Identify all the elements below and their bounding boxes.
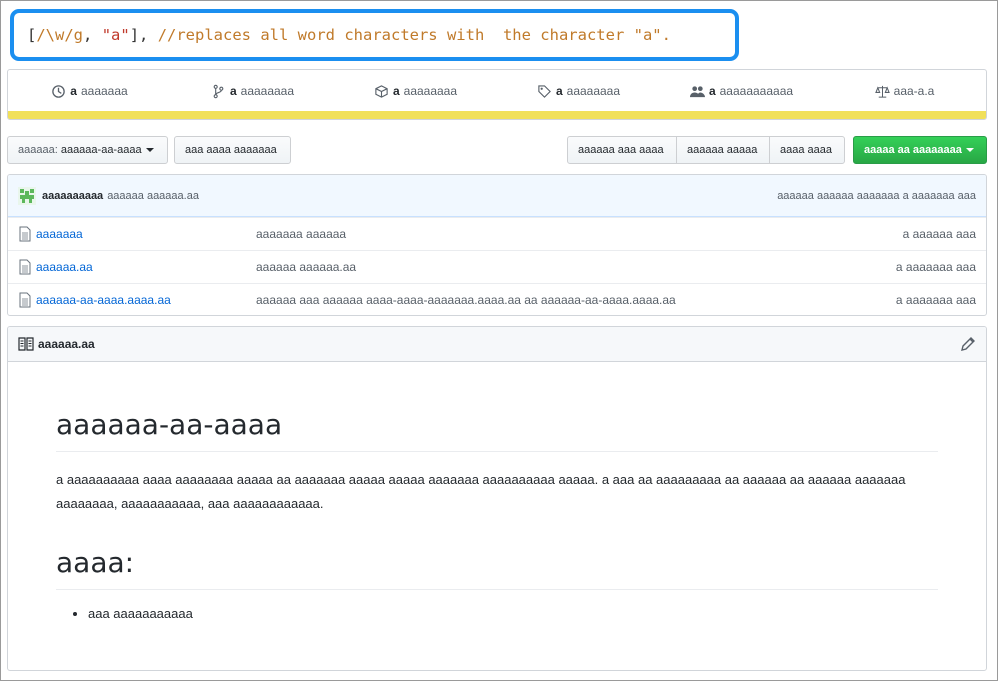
repo-stats-bar: a aaaaaaa a aaaaaaaa a aaaaaaaa a aaaaaa… xyxy=(7,69,987,120)
readme-filename: aaaaaa.aa xyxy=(38,337,95,351)
file-commit-message[interactable]: aaaaaa aaaaaa.aa xyxy=(256,260,356,274)
stat-packages-label: aaaaaaaa xyxy=(403,84,458,98)
latest-commit-row: aaaaaaaaaa aaaaaa aaaaaa.aa aaaaaa aaaaa… xyxy=(8,175,986,217)
table-row: aaaaaa-aa-aaaa.aaaa.aa aaaaaa aaa aaaaaa… xyxy=(8,283,986,315)
readme-content: aaaaaa-aa-aaaa a aaaaaaaaaa aaaa aaaaaaa… xyxy=(8,408,986,621)
package-icon xyxy=(375,84,388,98)
table-row: aaaaaaa aaaaaaa aaaaaa a aaaaaa aaa xyxy=(8,217,986,250)
clone-label: aaaaa aa aaaaaaaa xyxy=(864,144,962,156)
stat-contributors-count: a xyxy=(708,84,716,98)
clone-download-button[interactable]: aaaaa aa aaaaaaaa xyxy=(853,136,987,164)
file-age: a aaaaaaa aaa xyxy=(895,293,976,307)
stat-packages[interactable]: a aaaaaaaa xyxy=(334,84,497,99)
stat-contributors-label: aaaaaaaaaaa xyxy=(719,84,794,98)
code-callout: [/\w/g, "a"], //replaces all word charac… xyxy=(10,9,739,61)
branch-select-button[interactable]: aaaaaa: aaaaaa-aa-aaaa xyxy=(7,136,168,164)
stat-releases-count: a xyxy=(555,84,563,98)
code-regex: /\w/g xyxy=(36,26,84,44)
stat-commits-count: a xyxy=(70,84,77,98)
repo-toolbar: aaaaaa: aaaaaa-aa-aaaa aaa aaaa aaaaaaa … xyxy=(7,136,987,164)
file-name-link[interactable]: aaaaaaa xyxy=(36,227,256,241)
stat-commits-label: aaaaaaa xyxy=(80,84,128,98)
code-string: "a" xyxy=(101,26,130,44)
list-item: aaa aaaaaaaaaaa xyxy=(88,606,938,621)
stat-contributors[interactable]: a aaaaaaaaaaa xyxy=(660,84,823,99)
readme-title: aaaaaa-aa-aaaa xyxy=(56,408,938,452)
file-commit-message[interactable]: aaaaaa aaa aaaaaa aaaa-aaaa-aaaaaaa.aaaa… xyxy=(256,293,676,307)
stat-branches[interactable]: a aaaaaaaa xyxy=(171,84,334,99)
branch-prefix: aaaaaa: xyxy=(18,144,58,156)
file-age: a aaaaaaa aaa xyxy=(895,260,976,274)
code-close: ], xyxy=(129,26,158,44)
commit-meta: aaaaaa aaaaaa aaaaaaa a aaaaaaa aaa xyxy=(777,189,976,202)
new-pull-request-button[interactable]: aaa aaaa aaaaaaa xyxy=(174,136,291,164)
create-file-button[interactable]: aaaaaa aaa aaaa xyxy=(567,136,677,164)
stat-packages-count: a xyxy=(392,84,400,98)
file-name-link[interactable]: aaaaaa-aa-aaaa.aaaa.aa xyxy=(36,293,256,307)
stat-releases[interactable]: a aaaaaaaa xyxy=(497,84,660,99)
stat-releases-label: aaaaaaaa xyxy=(566,84,621,98)
code-open-bracket: [ xyxy=(27,26,37,44)
commit-author[interactable]: aaaaaaaaaa xyxy=(42,190,103,202)
readme-section-heading: aaaa: xyxy=(56,546,938,590)
readme-panel: aaaaaa.aa aaaaaa-aa-aaaa a aaaaaaaaaa aa… xyxy=(7,326,987,671)
branch-icon xyxy=(213,84,224,98)
file-actions-group: aaaaaa aaa aaaa aaaaaa aaaaa aaaa aaaa xyxy=(567,136,845,164)
history-icon xyxy=(52,84,66,98)
file-icon xyxy=(19,226,31,242)
code-comma: , xyxy=(83,26,102,44)
readme-list: aaa aaaaaaaaaaa xyxy=(56,606,938,621)
file-icon xyxy=(19,259,31,275)
table-row: aaaaaa.aa aaaaaa aaaaaa.aa a aaaaaaa aaa xyxy=(8,250,986,283)
pencil-icon[interactable] xyxy=(960,336,976,352)
readme-header: aaaaaa.aa xyxy=(8,327,986,362)
chevron-down-icon xyxy=(145,148,154,153)
upload-files-button[interactable]: aaaaaa aaaaa xyxy=(676,136,770,164)
people-icon xyxy=(689,85,705,97)
stat-commits[interactable]: a aaaaaaa xyxy=(8,84,171,99)
stat-license-label: aaa-a.a xyxy=(893,84,935,98)
file-age: a aaaaaa aaa xyxy=(902,227,976,241)
file-list: aaaaaaaaaa aaaaaa aaaaaa.aa aaaaaa aaaaa… xyxy=(7,174,987,316)
code-comment: //replaces all word characters with the … xyxy=(157,26,671,44)
find-file-button[interactable]: aaaa aaaa xyxy=(769,136,845,164)
stat-license[interactable]: aaa-a.a xyxy=(823,84,986,99)
avatar[interactable] xyxy=(18,186,36,205)
book-icon xyxy=(18,337,34,351)
file-commit-message[interactable]: aaaaaaa aaaaaa xyxy=(256,227,346,241)
stat-branches-count: a xyxy=(229,84,237,98)
language-bar xyxy=(8,111,986,119)
law-icon xyxy=(874,85,890,98)
commit-message[interactable]: aaaaaa aaaaaa.aa xyxy=(107,190,199,202)
file-icon xyxy=(19,292,31,308)
branch-name: aaaaaa-aa-aaaa xyxy=(60,144,142,156)
stat-branches-label: aaaaaaaa xyxy=(240,84,295,98)
chevron-down-icon xyxy=(965,148,974,153)
file-name-link[interactable]: aaaaaa.aa xyxy=(36,260,256,274)
tag-icon xyxy=(538,84,551,98)
readme-paragraph: a aaaaaaaaaa aaaa aaaaaaaa aaaaa aa aaaa… xyxy=(56,472,906,511)
